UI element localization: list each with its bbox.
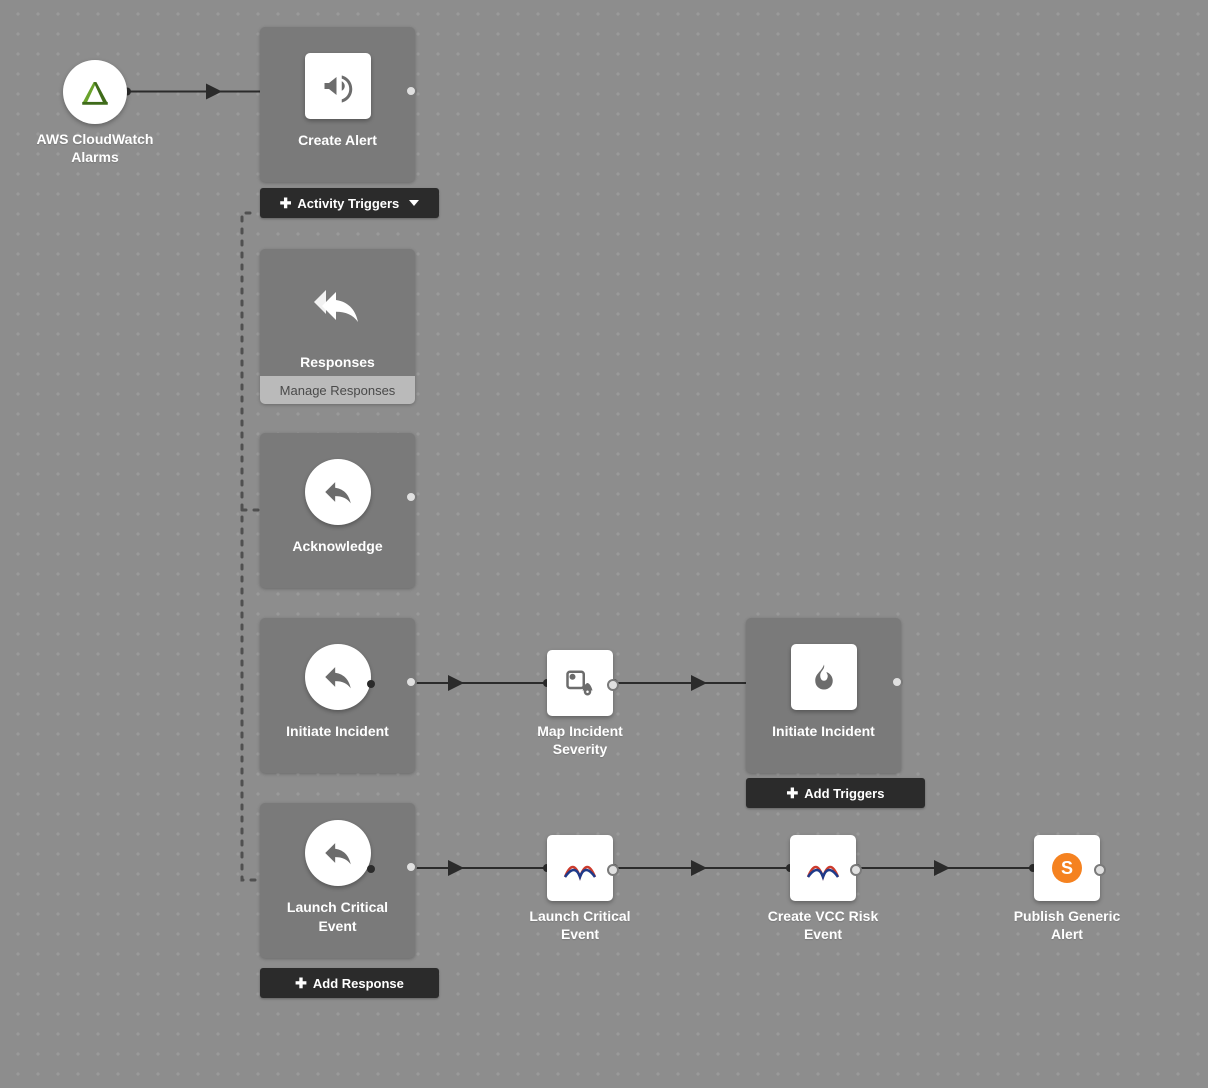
acknowledge-label: Acknowledge [286,537,388,555]
node-map-severity[interactable] [547,650,613,716]
node-create-alert[interactable]: Create Alert [260,27,415,182]
map-severity-label: Map Incident Severity [510,722,650,758]
fire-icon [791,644,857,710]
activity-triggers-label: Activity Triggers [297,196,399,211]
plus-icon: ✚ [787,785,799,802]
megaphone-icon [305,53,371,119]
node-launch-critical-2[interactable] [547,835,613,901]
reply-icon [305,820,371,886]
manage-responses-button[interactable]: Manage Responses [260,376,415,404]
replies-icon [305,275,371,341]
s-circle-icon: S [1052,853,1082,883]
launch-critical-1-label: Launch Critical Event [260,898,415,934]
add-triggers-label: Add Triggers [804,786,884,801]
node-aws-label: AWS CloudWatch Alarms [25,130,165,166]
initiate-incident-1-label: Initiate Incident [280,722,395,740]
plus-icon: ✚ [280,195,292,212]
reply-icon [305,644,371,710]
node-create-vcc[interactable] [790,835,856,901]
activity-triggers-button[interactable]: ✚ Activity Triggers [260,188,439,218]
flow-canvas[interactable]: AWS CloudWatch Alarms Create Alert ✚ Act… [0,0,1208,1088]
plus-icon: ✚ [295,975,307,992]
initiate-incident-2-label: Initiate Incident [766,722,881,740]
node-responses[interactable]: Responses Manage Responses [260,249,415,404]
responses-title: Responses [294,353,381,371]
publish-alert-label: Publish Generic Alert [997,907,1137,943]
launch-critical-2-label: Launch Critical Event [510,907,650,943]
cloudwatch-icon [78,75,112,109]
wave-icon [806,855,840,881]
reply-icon [305,459,371,525]
add-triggers-button[interactable]: ✚ Add Triggers [746,778,925,808]
node-publish-alert[interactable]: S [1034,835,1100,901]
node-initiate-incident-1[interactable]: Initiate Incident [260,618,415,773]
add-response-button[interactable]: ✚ Add Response [260,968,439,998]
node-aws-cloudwatch[interactable] [63,60,127,124]
aws-icon-circle [63,60,127,124]
add-response-label: Add Response [313,976,404,991]
map-severity-icon [565,668,595,698]
create-vcc-label: Create VCC Risk Event [753,907,893,943]
wave-icon [563,855,597,881]
create-alert-label: Create Alert [292,131,383,149]
node-launch-critical-1[interactable]: Launch Critical Event [260,803,415,958]
chevron-down-icon [409,200,419,206]
node-initiate-incident-2[interactable]: Initiate Incident [746,618,901,773]
node-acknowledge[interactable]: Acknowledge [260,433,415,588]
